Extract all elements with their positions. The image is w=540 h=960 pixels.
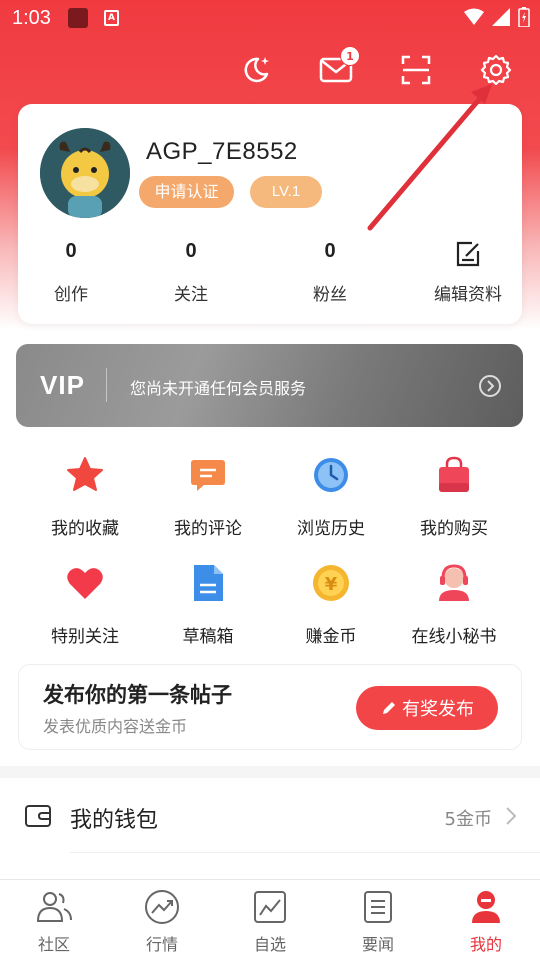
profile-card: AGP_7E8552 申请认证 LV.1 0 创作 0 关注 0 粉丝 编辑资料 bbox=[18, 104, 522, 324]
username: AGP_7E8552 bbox=[146, 138, 298, 165]
cow-avatar-icon bbox=[40, 128, 130, 218]
clock-icon bbox=[314, 458, 348, 492]
nav-label: 自选 bbox=[253, 935, 286, 954]
level-badge[interactable]: LV.1 bbox=[250, 176, 322, 208]
messages-button[interactable]: 1 bbox=[314, 46, 360, 88]
nav-news[interactable]: 要闻 bbox=[324, 880, 432, 960]
svg-text:¥: ¥ bbox=[325, 574, 338, 595]
vip-status-text: 您尚未开通任何会员服务 bbox=[130, 379, 307, 398]
menu-label: 在线小秘书 bbox=[411, 627, 497, 647]
scan-button[interactable] bbox=[394, 52, 438, 88]
post-prompt-subtitle: 发表优质内容送金币 bbox=[43, 717, 188, 736]
menu-label: 我的评论 bbox=[174, 519, 242, 539]
chevron-right-icon bbox=[479, 375, 501, 397]
menu-label: 我的收藏 bbox=[51, 519, 119, 539]
wallet-row[interactable]: 我的钱包 5金币 bbox=[0, 778, 540, 854]
vip-title: VIP bbox=[40, 370, 85, 400]
edit-icon bbox=[456, 241, 480, 267]
nav-label: 我的 bbox=[469, 935, 502, 954]
apply-certification-button[interactable]: 申请认证 bbox=[139, 176, 234, 208]
wallet-icon bbox=[25, 805, 51, 827]
nav-label: 社区 bbox=[37, 935, 70, 954]
stat-label: 创作 bbox=[54, 285, 88, 305]
signal-icon bbox=[492, 8, 510, 26]
status-time: 1:03 bbox=[12, 7, 51, 29]
settings-button[interactable] bbox=[474, 52, 518, 88]
menu-purchases[interactable]: 我的购买 bbox=[399, 454, 509, 539]
stat-value: 0 bbox=[65, 240, 77, 262]
menu-label: 草稿箱 bbox=[182, 627, 234, 647]
stat-label: 关注 bbox=[174, 285, 208, 305]
moon-icon bbox=[244, 57, 269, 83]
stat-fans[interactable]: 0 粉丝 bbox=[285, 240, 375, 305]
scan-icon bbox=[401, 55, 431, 85]
edit-profile-label: 编辑资料 bbox=[434, 285, 502, 305]
stat-label: 粉丝 bbox=[313, 285, 347, 305]
row-divider bbox=[70, 852, 540, 853]
wifi-icon bbox=[464, 8, 484, 25]
vip-banner[interactable]: VIP 您尚未开通任何会员服务 bbox=[16, 344, 523, 427]
assistant-icon bbox=[439, 564, 469, 601]
shopping-bag-icon bbox=[439, 456, 469, 492]
nav-profile[interactable]: 我的 bbox=[432, 880, 540, 960]
wallet-balance: 5金币 bbox=[444, 809, 492, 830]
menu-label: 特别关注 bbox=[51, 627, 119, 647]
stat-following[interactable]: 0 关注 bbox=[146, 240, 236, 305]
section-divider bbox=[0, 766, 540, 778]
market-icon bbox=[145, 890, 179, 924]
wallet-label: 我的钱包 bbox=[70, 808, 159, 833]
vip-divider bbox=[106, 368, 107, 402]
community-icon bbox=[36, 892, 72, 922]
menu-online-assistant[interactable]: 在线小秘书 bbox=[399, 562, 509, 647]
reward-post-label: 有奖发布 bbox=[402, 699, 474, 720]
bottom-nav: 社区 行情 自选 要闻 我的 bbox=[0, 879, 540, 960]
profile-icon bbox=[472, 891, 500, 923]
menu-earn-coins[interactable]: ¥ 赚金币 bbox=[276, 562, 386, 647]
nav-community[interactable]: 社区 bbox=[0, 880, 108, 960]
night-mode-button[interactable] bbox=[234, 52, 278, 88]
heart-icon bbox=[67, 568, 103, 599]
menu-special-follow[interactable]: 特别关注 bbox=[30, 562, 140, 647]
pencil-icon bbox=[383, 702, 395, 714]
stat-value: 0 bbox=[324, 240, 336, 262]
menu-label: 我的购买 bbox=[420, 519, 488, 539]
battery-icon bbox=[518, 7, 530, 27]
reward-post-button[interactable]: 有奖发布 bbox=[356, 686, 498, 730]
edit-profile-button[interactable]: 编辑资料 bbox=[423, 240, 513, 305]
menu-history[interactable]: 浏览历史 bbox=[276, 454, 386, 539]
nav-label: 行情 bbox=[145, 935, 178, 954]
draft-icon bbox=[194, 565, 223, 601]
news-icon bbox=[364, 891, 392, 923]
mail-count-badge: 1 bbox=[340, 46, 360, 66]
star-icon bbox=[67, 457, 103, 491]
app-notification-icon bbox=[68, 8, 88, 28]
watchlist-icon bbox=[254, 891, 286, 923]
chevron-right-icon bbox=[506, 807, 517, 825]
avatar[interactable] bbox=[40, 128, 130, 218]
menu-comments[interactable]: 我的评论 bbox=[153, 454, 263, 539]
gear-icon bbox=[480, 54, 512, 86]
menu-favorites[interactable]: 我的收藏 bbox=[30, 454, 140, 539]
nav-label: 要闻 bbox=[361, 935, 394, 954]
menu-label: 赚金币 bbox=[305, 627, 357, 647]
stat-works[interactable]: 0 创作 bbox=[26, 240, 116, 305]
header-toolbar: 1 bbox=[234, 46, 518, 88]
first-post-card: 发布你的第一条帖子 发表优质内容送金币 有奖发布 bbox=[18, 664, 522, 750]
coin-icon: ¥ bbox=[313, 565, 349, 601]
a-notification-icon: A bbox=[104, 10, 119, 26]
comment-icon bbox=[191, 460, 225, 491]
nav-watchlist[interactable]: 自选 bbox=[216, 880, 324, 960]
menu-drafts[interactable]: 草稿箱 bbox=[153, 562, 263, 647]
status-bar: 1:03 A bbox=[0, 0, 540, 36]
menu-label: 浏览历史 bbox=[297, 519, 365, 539]
nav-market[interactable]: 行情 bbox=[108, 880, 216, 960]
post-prompt-title: 发布你的第一条帖子 bbox=[43, 683, 232, 707]
stat-value: 0 bbox=[185, 240, 197, 262]
